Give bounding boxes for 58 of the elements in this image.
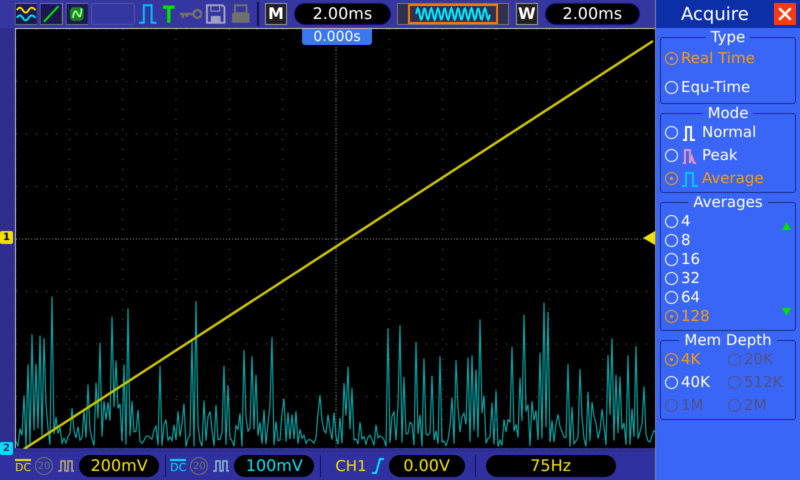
radio-button[interactable]	[665, 172, 678, 185]
scroll-down-icon[interactable]	[782, 308, 791, 316]
option-label: 16	[681, 252, 700, 267]
window-time-readout: 2.00ms	[544, 3, 640, 25]
close-button[interactable]	[774, 3, 796, 25]
frequency-readout: 75Hz	[486, 455, 616, 477]
trigger-t-icon[interactable]	[160, 3, 176, 25]
option-label: Real Time	[681, 51, 755, 66]
radio-button[interactable]	[665, 353, 678, 366]
option-label: 128	[681, 309, 710, 324]
scroll-up-icon[interactable]	[782, 222, 791, 230]
option-label: 2M	[744, 398, 766, 413]
channel-marker[interactable]: 1	[0, 231, 13, 244]
option-label: Normal	[702, 125, 756, 140]
option-label: Equ-Time	[681, 80, 750, 95]
trigger-position-marker[interactable]: 0.000s	[302, 29, 372, 45]
persistence-icon[interactable]	[66, 3, 88, 25]
volts-per-div-readout: 100mV	[234, 455, 314, 477]
option-label: 4	[681, 214, 691, 229]
menu-title: Acquire	[681, 2, 749, 26]
option-label: 8	[681, 233, 691, 248]
pulse-icon	[57, 459, 76, 473]
section-title: Type	[706, 28, 750, 46]
ramp-icon[interactable]	[40, 3, 63, 25]
trigger-level-readout: 0.00V	[388, 455, 465, 477]
trigger-source: CH1	[335, 456, 367, 477]
option-label: Peak	[702, 148, 738, 163]
pulse-icon	[681, 146, 699, 164]
sine-wave-icon	[408, 4, 498, 24]
bandwidth-limit-indicator: 20	[190, 457, 208, 475]
pulse-icon	[212, 459, 230, 473]
waveform-icon[interactable]	[15, 3, 38, 25]
rising-edge-icon	[370, 457, 385, 475]
coupling-label: DC	[170, 459, 186, 473]
window-overview[interactable]	[397, 3, 510, 25]
window-label: W	[516, 3, 538, 25]
option-label: 4K	[681, 352, 700, 367]
section-title: Mem Depth	[679, 331, 777, 349]
option-label: 20K	[744, 352, 773, 367]
volts-per-div-readout: 200mV	[79, 455, 160, 477]
radio-button[interactable]	[665, 52, 678, 65]
radio-button[interactable]	[665, 310, 678, 323]
coupling-label: DC	[15, 459, 32, 473]
option-label: 32	[681, 271, 700, 286]
memory-label: M	[265, 3, 287, 25]
pulse-icon	[681, 170, 699, 188]
bandwidth-limit-indicator: 20	[35, 457, 54, 475]
save-icon[interactable]	[205, 3, 227, 25]
option-label: 40K	[681, 375, 710, 390]
timebase-readout: 2.00ms	[294, 3, 392, 25]
status-box	[91, 3, 136, 25]
section-title: Averages	[688, 193, 768, 211]
channel-marker[interactable]: 2	[0, 442, 13, 455]
option-label: Average	[702, 171, 764, 186]
option-label: 1M	[681, 398, 704, 413]
option-label: 512K	[744, 375, 782, 390]
pulse-icon[interactable]	[138, 3, 158, 25]
option-label: 64	[681, 290, 700, 305]
